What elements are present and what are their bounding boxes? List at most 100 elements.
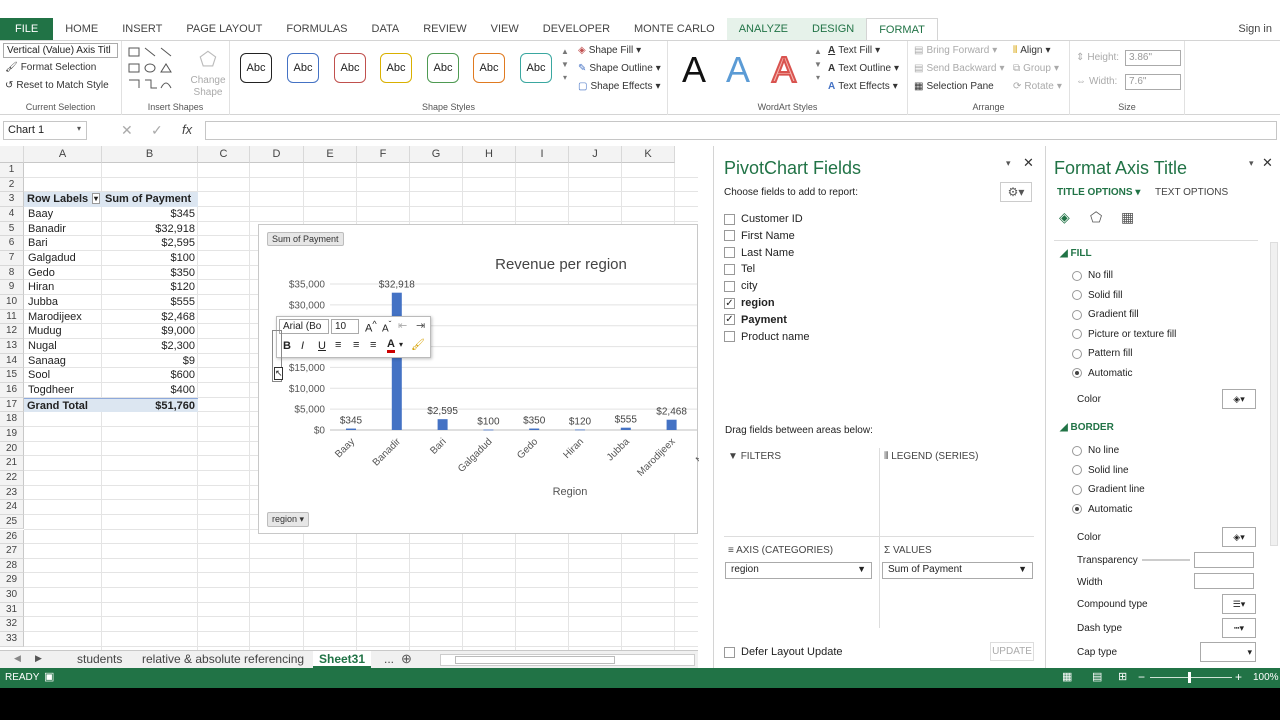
shape-style-7[interactable]: Abc [520,53,552,83]
fill-section-header[interactable]: ◢ FILL [1060,248,1092,259]
width-input[interactable]: 7.6" [1125,74,1181,90]
new-sheet-icon[interactable]: ⊕ [401,651,412,667]
pivot-row-label[interactable]: Galgadud [24,251,102,266]
field-checkbox[interactable] [724,213,735,225]
shape-style-4[interactable]: Abc [380,53,412,83]
shape-style-3[interactable]: Abc [334,53,366,83]
normal-view-icon[interactable]: ▦ [1062,670,1072,683]
row-header-12[interactable]: 12 [0,324,24,339]
font-size-dropdown[interactable]: 10 [331,319,359,334]
row-header-25[interactable]: 25 [0,514,24,530]
radio-option[interactable]: Pattern fill [1072,348,1132,359]
name-box[interactable]: Chart 1 [3,121,87,140]
border-section-header[interactable]: ◢ BORDER [1060,422,1114,433]
radio-button[interactable] [1072,348,1082,359]
row-header-23[interactable]: 23 [0,485,24,501]
field-item[interactable]: Customer ID [724,213,803,225]
fill-color-picker[interactable]: ◈▾ [1222,389,1256,409]
wordart-style-black[interactable]: A [682,49,706,91]
formula-input[interactable] [205,121,1277,140]
dash-type-dropdown[interactable]: ┅▾ [1222,618,1256,638]
column-header-k[interactable]: K [622,146,675,163]
tab-format[interactable]: FORMAT [866,18,938,40]
row-header-24[interactable]: 24 [0,500,24,515]
field-item[interactable]: Tel [724,263,755,275]
shape-style-6[interactable]: Abc [473,53,505,83]
tab-analyze[interactable]: ANALYZE [726,18,801,40]
align-right-icon[interactable]: ≡ [370,339,376,351]
pane-options-icon[interactable]: ▾ [1006,158,1011,169]
row-header-1[interactable]: 1 [0,163,24,178]
update-button[interactable]: UPDATE [990,642,1034,661]
row-header-19[interactable]: 19 [0,426,24,442]
rotate-button[interactable]: ⟳ Rotate ▾ [1013,81,1062,92]
row-header-22[interactable]: 22 [0,470,24,486]
group-button[interactable]: ⧉ Group ▾ [1013,63,1059,74]
wordart-more-button[interactable]: ▲ ▼ ▾ [814,47,822,83]
font-color-button[interactable]: A [387,338,395,353]
row-header-9[interactable]: 9 [0,280,24,295]
field-checkbox[interactable] [724,280,735,292]
tab-view[interactable]: VIEW [479,18,531,40]
row-header-8[interactable]: 8 [0,265,24,281]
effects-icon[interactable]: ⬠ [1090,209,1102,226]
pivot-values-header[interactable]: Sum of Payment [102,192,198,207]
pivot-row-value[interactable]: $2,300 [102,339,198,354]
radio-option[interactable]: Solid fill [1072,290,1122,301]
shape-effects-button[interactable]: ▢ Shape Effects ▾ [578,81,661,92]
field-item[interactable]: Product name [724,331,809,343]
radio-option[interactable]: Automatic [1072,368,1132,379]
field-item[interactable]: city [724,280,758,292]
row-header-26[interactable]: 26 [0,529,24,545]
enter-icon[interactable]: ✓ [151,122,163,139]
page-layout-view-icon[interactable]: ▤ [1092,670,1102,683]
zoom-level[interactable]: 100% [1253,672,1279,683]
reset-style-button[interactable]: ↺ Reset to Match Style [5,80,109,91]
radio-button[interactable] [1072,484,1082,495]
row-header-33[interactable]: 33 [0,632,24,647]
row-header-7[interactable]: 7 [0,250,24,266]
shapes-gallery-icon[interactable] [127,46,187,92]
column-header-a[interactable]: A [24,146,102,163]
row-header-32[interactable]: 32 [0,617,24,633]
tab-review[interactable]: REVIEW [411,18,478,40]
font-color-dropdown-icon[interactable]: ▾ [399,340,403,349]
field-checkbox[interactable] [724,247,735,259]
size-properties-icon[interactable]: ▦ [1121,209,1134,226]
field-item[interactable]: ✓ region [724,297,775,309]
pivot-row-value[interactable]: $345 [102,207,198,222]
tab-formulas[interactable]: FORMULAS [274,18,359,40]
pivot-grand-total-label[interactable]: Grand Total [24,397,102,413]
tab-developer[interactable]: DEVELOPER [531,18,622,40]
page-break-view-icon[interactable]: ⊞ [1118,670,1127,683]
row-header-11[interactable]: 11 [0,309,24,325]
column-header-e[interactable]: E [304,146,357,163]
tab-page-layout[interactable]: PAGE LAYOUT [174,18,274,40]
sheet-tab-sheet31[interactable]: Sheet31 [313,651,372,668]
radio-option[interactable]: Picture or texture fill [1072,329,1176,340]
tab-home[interactable]: HOME [53,18,110,40]
send-backward-button[interactable]: ▤ Send Backward ▾ [914,63,1005,74]
pane-options-icon[interactable]: ▾ [1249,158,1254,169]
tab-file[interactable]: FILE [0,18,54,40]
pivot-row-value[interactable]: $32,918 [102,222,198,237]
pivot-row-value[interactable]: $350 [102,266,198,281]
row-header-30[interactable]: 30 [0,588,24,603]
align-center-icon[interactable]: ≡ [353,339,359,351]
align-left-icon[interactable]: ≡ [335,339,341,351]
scroll-left-icon[interactable]: ◀ [14,653,21,664]
shape-fill-button[interactable]: ◈ Shape Fill ▾ [578,45,641,56]
row-header-10[interactable]: 10 [0,294,24,310]
select-all-corner[interactable] [0,146,24,163]
zoom-out-icon[interactable]: − [1138,670,1145,684]
tab-design[interactable]: DESIGN [800,18,867,40]
tab-data[interactable]: DATA [360,18,412,40]
selection-pane-button[interactable]: ▦ Selection Pane [914,81,994,92]
radio-option[interactable]: No fill [1072,270,1113,281]
insert-function-icon[interactable]: fx [182,122,192,137]
field-checkbox[interactable]: ✓ [724,297,735,309]
shape-styles-more-button[interactable]: ▲ ▼ ▾ [561,47,569,83]
row-header-13[interactable]: 13 [0,338,24,354]
radio-button[interactable] [1072,270,1082,281]
transparency-input[interactable] [1194,552,1254,568]
